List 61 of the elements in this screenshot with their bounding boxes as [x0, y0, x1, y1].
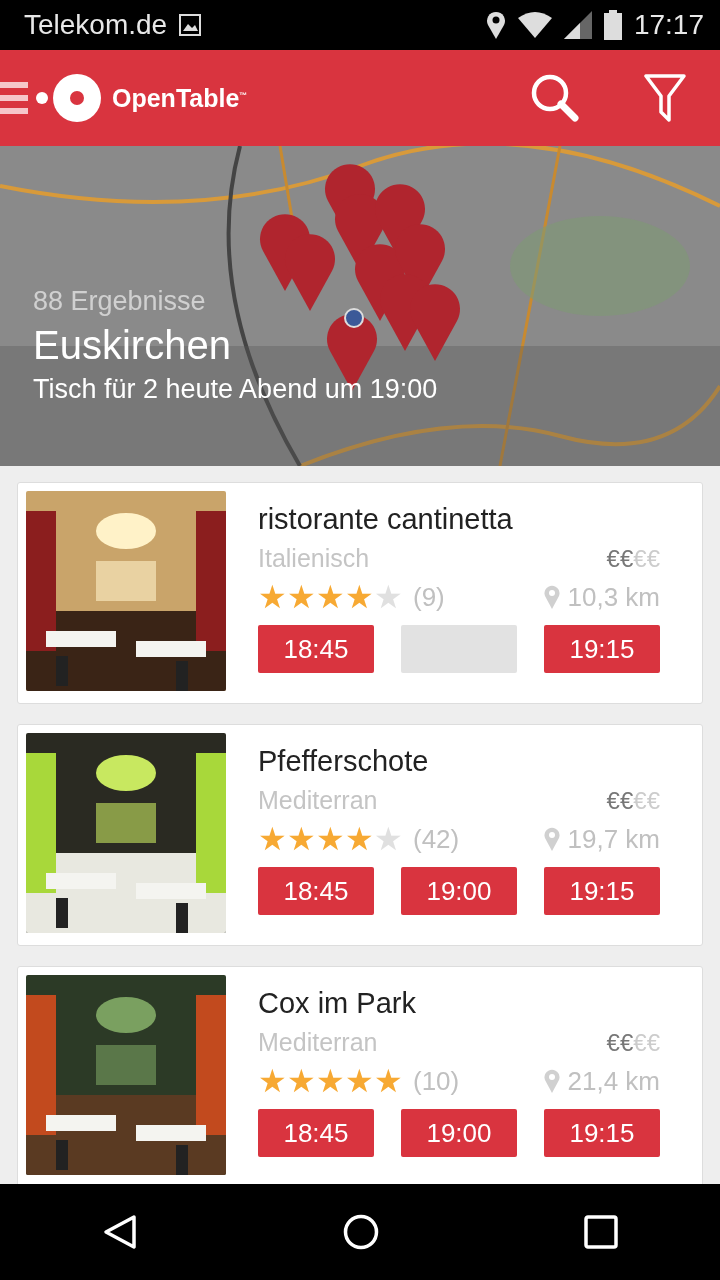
price-level: €€€€ — [606, 544, 660, 573]
star-icon: ★ — [345, 581, 374, 613]
search-icon[interactable] — [530, 73, 580, 123]
restaurant-name: Pfefferschote — [258, 745, 430, 778]
distance-text: 19,7 km — [567, 823, 660, 855]
results-count: 88 Ergebnisse — [33, 286, 206, 317]
cuisine-label: Mediterran — [258, 1028, 378, 1057]
location-icon — [485, 11, 506, 39]
back-icon[interactable] — [102, 1214, 139, 1250]
battery-icon — [603, 10, 622, 40]
star-icon: ★ — [258, 581, 287, 613]
restaurant-name: ristorante cantinetta — [258, 503, 514, 536]
time-slot-button[interactable]: 18:45 — [258, 625, 374, 673]
cuisine-label: Italienisch — [258, 544, 370, 573]
restaurant-card[interactable]: ristorante cantinetta Italienisch €€€€ ★★★★★ (9) 10,3 km 18:45 19:15 — [17, 482, 703, 704]
star-icon: ★ — [316, 1065, 345, 1097]
star-icon: ★ — [316, 823, 345, 855]
star-icon: ★ — [345, 823, 374, 855]
time-slot-button[interactable]: 19:15 — [544, 625, 660, 673]
star-icon: ★ — [258, 1065, 287, 1097]
signal-icon — [563, 11, 592, 39]
recents-icon[interactable] — [583, 1215, 618, 1249]
image-icon — [179, 14, 202, 36]
star-icon: ★ — [287, 823, 316, 855]
star-icon: ★ — [316, 581, 345, 613]
time-slot-button[interactable]: 19:15 — [544, 1109, 660, 1157]
search-summary: Tisch für 2 heute Abend um 19:00 — [33, 374, 438, 405]
star-icon: ★ — [258, 823, 287, 855]
location-icon — [543, 585, 560, 609]
star-icon: ★ — [287, 581, 316, 613]
time-slot-button[interactable]: 18:45 — [258, 1109, 374, 1157]
star-icon: ★ — [374, 823, 403, 855]
cuisine-label: Mediterran — [258, 786, 378, 815]
time-slot-button[interactable]: 19:15 — [544, 867, 660, 915]
location-icon — [543, 1069, 560, 1093]
price-level: €€€€ — [606, 1028, 660, 1057]
star-icon: ★ — [287, 1065, 316, 1097]
star-icon: ★ — [345, 1065, 374, 1097]
star-icon: ★ — [374, 1065, 403, 1097]
location-title: Euskirchen — [33, 323, 231, 368]
distance-text: 10,3 km — [567, 581, 660, 613]
home-icon[interactable] — [343, 1214, 379, 1250]
restaurant-card[interactable]: Pfefferschote Mediterran €€€€ ★★★★★ (42) 19,7 km 18:45 19:00 19:15 — [17, 724, 703, 946]
carrier-name: Telekom.de — [24, 9, 168, 41]
distance-text: 21,4 km — [567, 1065, 660, 1097]
time-slot-button[interactable]: 19:00 — [401, 867, 517, 915]
review-count: (10) — [413, 1065, 460, 1097]
filter-icon[interactable] — [644, 74, 686, 122]
logo-icon — [36, 73, 102, 123]
time-slot-button[interactable]: 19:00 — [401, 1109, 517, 1157]
clock-time: 17:17 — [633, 9, 704, 41]
restaurant-card[interactable]: Cox im Park Mediterran €€€€ ★★★★★ (10) 21,4 km 18:45 19:00 19:15 — [17, 966, 703, 1184]
review-count: (42) — [413, 823, 460, 855]
restaurant-name: Cox im Park — [258, 987, 417, 1020]
location-icon — [543, 827, 560, 851]
logo-text: OpenTable$^{™}$ — [112, 83, 248, 113]
review-count: (9) — [413, 581, 445, 613]
time-slot-button[interactable]: 18:45 — [258, 867, 374, 915]
price-level: €€€€ — [606, 786, 660, 815]
wifi-icon — [517, 12, 552, 38]
star-icon: ★ — [374, 581, 403, 613]
